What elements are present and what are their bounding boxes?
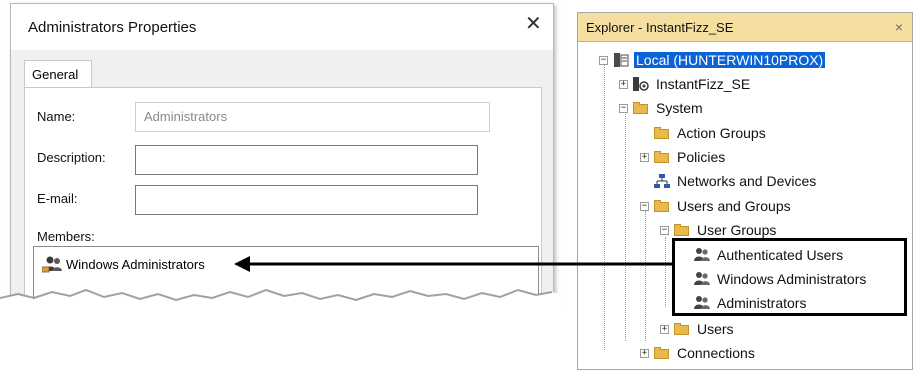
tree-item-networks[interactable]: Networks and Devices — [640, 171, 818, 191]
collapse-icon[interactable]: − — [619, 103, 628, 113]
tree-item-instantfizz[interactable]: + InstantFizz_SE — [619, 74, 752, 94]
tree-item-system[interactable]: − System — [619, 98, 705, 118]
torn-edge — [0, 288, 560, 328]
tree-item-label: Connections — [677, 345, 755, 361]
tree-item-connections[interactable]: + Connections — [640, 343, 757, 363]
database-icon — [632, 76, 650, 92]
tree-item-label: User Groups — [697, 222, 777, 238]
tree-item-label: InstantFizz_SE — [656, 76, 751, 92]
collapse-icon[interactable]: − — [660, 225, 669, 235]
properties-dialog: Administrators Properties ✕ General Name… — [10, 3, 554, 305]
email-label: E-mail: — [37, 191, 78, 206]
expand-icon[interactable]: + — [619, 79, 628, 89]
description-label: Description: — [37, 150, 106, 165]
folder-icon — [632, 100, 650, 116]
dialog-body: General Name: Administrators Description… — [11, 50, 553, 304]
folder-icon — [673, 321, 691, 337]
tree-item-label: Users and Groups — [677, 198, 791, 214]
tree-item-users-and-groups[interactable]: − Users and Groups — [640, 196, 793, 216]
dialog-title: Administrators Properties — [28, 19, 197, 36]
tree-item-users[interactable]: + Users — [660, 319, 736, 339]
explorer-title: Explorer - InstantFizz_SE — [578, 13, 912, 42]
name-label: Name: — [37, 109, 76, 124]
close-icon[interactable]: × — [895, 13, 903, 42]
network-icon — [653, 173, 671, 189]
server-icon — [612, 52, 630, 68]
name-field: Administrators — [135, 102, 490, 132]
tree-item-policies[interactable]: + Policies — [640, 147, 727, 167]
tree-item-label: Networks and Devices — [677, 173, 817, 189]
expand-icon[interactable]: + — [660, 324, 669, 334]
tree-item-local[interactable]: − Local (HUNTERWIN10PROX) — [599, 50, 826, 70]
folder-icon — [673, 222, 691, 238]
tree-item-label: Local (HUNTERWIN10PROX) — [634, 52, 826, 68]
close-icon[interactable]: ✕ — [525, 14, 542, 34]
expand-icon[interactable]: + — [640, 348, 649, 358]
tree-line — [625, 111, 626, 341]
members-label: Members: — [37, 229, 95, 244]
tree-item-label: Action Groups — [677, 125, 766, 141]
tree-item-label: System — [656, 100, 703, 116]
folder-icon — [653, 198, 671, 214]
highlight-box — [672, 238, 907, 316]
tab-general[interactable]: General — [24, 60, 92, 88]
tree-line — [665, 237, 666, 307]
folder-icon — [653, 125, 671, 141]
tree-line — [604, 60, 605, 350]
collapse-icon[interactable]: − — [640, 201, 649, 211]
expand-icon[interactable]: + — [640, 152, 649, 162]
folder-icon — [653, 345, 671, 361]
collapse-icon[interactable]: − — [599, 55, 608, 65]
description-field[interactable] — [135, 145, 478, 175]
explorer-panel: Explorer - InstantFizz_SE × − Local (HUN… — [577, 12, 913, 370]
tree-item-action-groups[interactable]: Action Groups — [640, 123, 768, 143]
tree-line — [645, 211, 646, 341]
email-field[interactable] — [135, 185, 478, 215]
tree-item-user-groups[interactable]: − User Groups — [660, 220, 778, 240]
tree-item-label: Users — [697, 321, 734, 337]
tree-item-label: Policies — [677, 149, 726, 165]
folder-icon — [653, 149, 671, 165]
